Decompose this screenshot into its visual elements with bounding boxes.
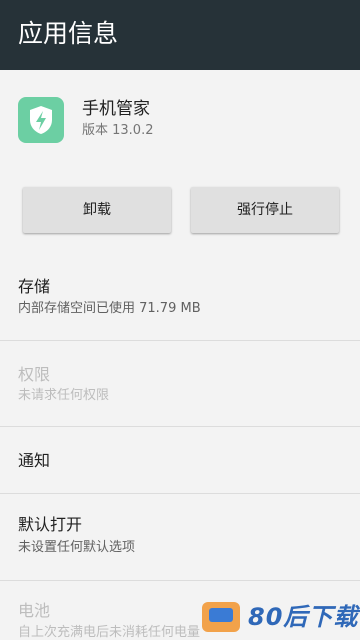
setting-subtitle: 自上次充满电后未消耗任何电量 [18,625,201,640]
watermark-text: 80后下载 [248,603,359,631]
setting-title: 存储 [18,277,51,296]
app-bar: 应用信息 [0,0,360,70]
app-name: 手机管家 [82,99,150,119]
setting-title: 权限 [18,365,51,384]
setting-storage[interactable]: 存储 内部存储空间已使用 71.79 MB [0,262,360,332]
setting-title: 电池 [18,601,51,620]
setting-permissions[interactable]: 权限 未请求任何权限 [0,352,360,422]
setting-notifications[interactable]: 通知 [0,427,360,493]
app-header: 手机管家 版本 13.0.2 [0,70,360,180]
setting-title: 通知 [18,451,51,470]
uninstall-button[interactable]: 卸载 [23,187,171,233]
setting-subtitle: 未请求任何权限 [18,388,110,403]
divider [0,580,360,581]
shield-bolt-icon [18,97,64,143]
app-version: 版本 13.0.2 [82,123,154,138]
setting-subtitle: 内部存储空间已使用 71.79 MB [18,301,201,316]
divider [0,493,360,494]
setting-open-by-default[interactable]: 默认打开 未设置任何默认选项 [0,500,360,576]
watermark-logo: 80后下载 [198,598,360,640]
force-stop-button[interactable]: 强行停止 [191,187,339,233]
setting-title: 默认打开 [18,515,83,534]
divider [0,340,360,341]
page-title: 应用信息 [18,19,119,48]
setting-subtitle: 未设置任何默认选项 [18,540,136,555]
cassette-icon [202,602,240,632]
